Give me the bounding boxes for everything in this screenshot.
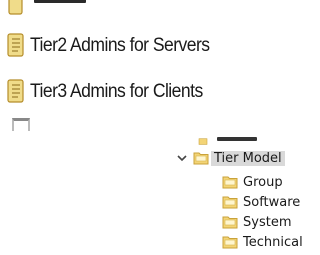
folder-icon <box>198 138 208 145</box>
list-item[interactable]: Tier2 Admins for Servers <box>6 28 229 62</box>
tree-item-label: Tier Model <box>211 150 285 166</box>
tree-item-label: Technical <box>243 234 303 250</box>
cut-off-text-fragment <box>217 137 257 141</box>
tree-item-group[interactable]: Group <box>222 173 283 191</box>
tree-item-label: Group <box>243 174 283 190</box>
tree-item-system[interactable]: System <box>222 213 291 231</box>
tree-item-tier-model[interactable]: Tier Model <box>176 149 285 167</box>
tree-item-software[interactable]: Software <box>222 193 300 211</box>
cut-off-list-item <box>6 0 26 18</box>
cut-off-tree-item <box>195 137 211 145</box>
folder-icon <box>222 236 238 249</box>
folder-icon <box>222 196 238 209</box>
script-icon <box>7 79 24 103</box>
folder-icon <box>193 152 209 165</box>
cut-off-text-fragment <box>34 0 86 3</box>
list-item-label: Tier2 Admins for Servers <box>30 33 210 56</box>
cut-off-list-item <box>12 118 30 131</box>
list-item[interactable]: Tier3 Admins for Clients <box>6 74 222 108</box>
script-icon <box>8 0 23 15</box>
chevron-down-icon[interactable] <box>176 152 188 164</box>
tree-item-technical[interactable]: Technical <box>222 233 303 251</box>
tree-item-label: Software <box>243 194 301 210</box>
folder-icon <box>222 176 238 189</box>
list-item-label: Tier3 Admins for Clients <box>30 79 203 102</box>
folder-icon <box>222 216 238 229</box>
script-icon <box>7 33 24 57</box>
tree-item-label: System <box>243 214 292 230</box>
